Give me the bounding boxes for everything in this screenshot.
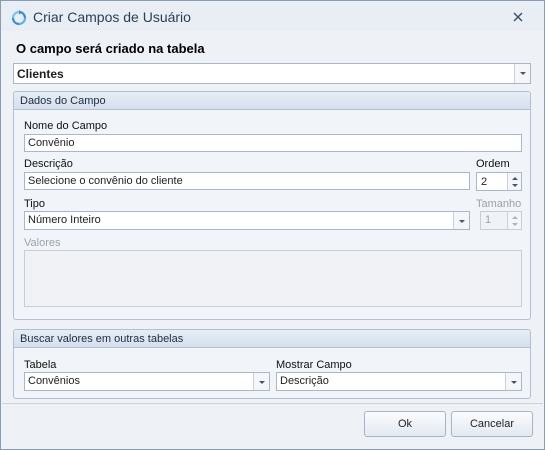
dialog-window: Criar Campos de Usuário O campo será cri… [0,0,545,450]
title-bar: Criar Campos de Usuário [1,1,544,31]
description-value: Selecione o convênio do cliente [28,175,183,187]
display-field-select[interactable]: Descrição [276,372,522,391]
window-title: Criar Campos de Usuário [33,9,191,25]
field-data-group-title: Dados do Campo [20,95,106,107]
field-data-group-header: Dados do Campo [14,92,530,110]
refresh-circle-icon [11,10,27,26]
ok-button[interactable]: Ok [364,411,446,437]
table-select[interactable]: Clientes [13,63,531,84]
size-spinner: 1 [480,211,522,230]
lookup-group: Buscar valores em outras tabelas Tabela … [13,329,531,399]
description-label: Descrição [24,158,73,170]
lookup-table-value: Convênios [28,375,80,387]
ok-button-label: Ok [397,418,413,430]
lookup-group-title: Buscar valores em outras tabelas [20,333,184,345]
order-spinner[interactable]: 2 [476,172,522,191]
order-label: Ordem [476,158,510,170]
field-data-group: Dados do Campo Nome do Campo Convênio De… [13,91,531,320]
size-value: 1 [485,214,492,226]
field-name-input[interactable]: Convênio [24,134,522,152]
type-select[interactable]: Número Inteiro [24,211,470,230]
lookup-table-select[interactable]: Convênios [24,372,270,391]
chevron-down-icon[interactable] [253,373,269,390]
description-input[interactable]: Selecione o convênio do cliente [24,172,470,190]
chevron-down-icon[interactable] [505,373,521,390]
type-label: Tipo [24,198,45,210]
close-icon[interactable] [509,9,527,25]
cancel-button-label: Cancelar [469,418,515,430]
values-memo [24,250,522,307]
lookup-group-header: Buscar valores em outras tabelas [14,330,530,348]
spinner-arrows-icon[interactable] [507,173,521,190]
size-label: Tamanho [476,198,522,210]
display-field-value: Descrição [280,375,329,387]
spinner-arrows-icon [507,212,521,229]
lookup-table-label: Tabela [24,359,57,371]
display-field-label: Mostrar Campo [276,359,352,371]
table-select-value: Clientes [17,67,64,81]
chevron-down-icon[interactable] [453,212,469,229]
order-value: 2 [481,176,488,188]
chevron-down-icon[interactable] [514,64,530,83]
footer-divider [2,403,543,404]
field-name-value: Convênio [28,137,75,149]
field-name-label: Nome do Campo [24,120,108,132]
type-value: Número Inteiro [28,214,101,226]
cancel-button[interactable]: Cancelar [451,411,533,437]
table-heading: O campo será criado na tabela [16,41,205,56]
values-label: Valores [24,237,61,249]
